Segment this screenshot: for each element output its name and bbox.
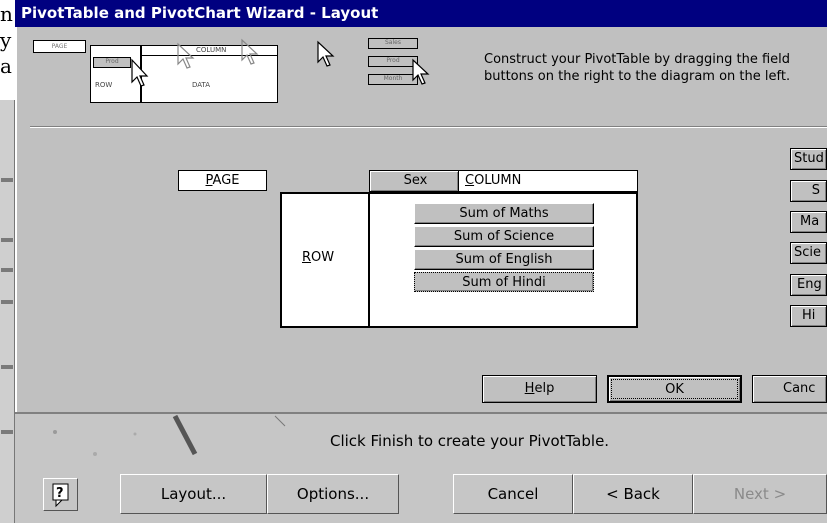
row-label-mnemonic: R [302, 250, 312, 265]
office-assistant-button[interactable]: ? [43, 478, 78, 511]
data-field-sum-of-science[interactable]: Sum of Science [414, 226, 594, 247]
background-mark [1, 238, 13, 242]
cursor-arrow-icon [412, 58, 430, 85]
svg-text:?: ? [56, 486, 64, 501]
wizard-message: Click Finish to create your PivotTable. [330, 432, 610, 450]
back-button[interactable]: < Back [573, 474, 693, 514]
column-label-mnemonic: C [465, 173, 475, 188]
thumbnail-data-label: DATA [192, 81, 211, 89]
field-button-english[interactable]: Eng [790, 274, 827, 296]
help-icon: ? [52, 483, 69, 508]
background-text-2: y [0, 28, 12, 52]
background-mark [1, 268, 13, 272]
page-label-mnemonic: P [205, 173, 213, 188]
background-mark [1, 365, 13, 369]
cursor-arrow-icon [177, 42, 195, 69]
cursor-arrow-icon [241, 38, 259, 65]
data-field-sum-of-maths[interactable]: Sum of Maths [414, 203, 594, 224]
thumbnail-page-box: PAGE [33, 40, 86, 53]
help-button[interactable]: Help [482, 375, 597, 403]
background-mark [1, 178, 13, 182]
page-label-rest: AGE [212, 173, 240, 188]
background-text-1: n [0, 2, 13, 26]
column-drop-area[interactable]: COLUMN [458, 170, 638, 192]
ok-button[interactable]: OK [607, 375, 742, 403]
thumbnail-row-label: ROW [95, 81, 113, 89]
background-mark [1, 430, 13, 434]
wizard-cancel-button[interactable]: Cancel [453, 474, 573, 514]
wizard-graphic [53, 414, 286, 456]
column-label-rest: OLUMN [474, 173, 522, 188]
cancel-button[interactable]: Canc [752, 375, 827, 403]
separator [30, 126, 827, 128]
thumbnail-prod-chip: Prod [93, 57, 131, 68]
row-drop-area[interactable]: ROW [280, 192, 370, 328]
options-button[interactable]: Options... [267, 474, 399, 514]
background-mark [1, 300, 13, 304]
background-text-3: a [0, 54, 12, 78]
help-label-rest: elp [534, 381, 555, 396]
thumbnail-field-chip: Sales [368, 38, 418, 49]
field-button-maths[interactable]: Ma [790, 211, 827, 233]
data-field-sum-of-hindi[interactable]: Sum of Hindi [414, 272, 594, 292]
cursor-arrow-icon [131, 58, 149, 87]
field-button-sex[interactable]: S [790, 180, 827, 202]
field-button-hindi[interactable]: Hi [790, 305, 827, 327]
data-field-sum-of-english[interactable]: Sum of English [414, 249, 594, 270]
layout-dialog-title: PivotTable and PivotChart Wizard - Layou… [15, 0, 827, 27]
background-sheet [0, 100, 15, 523]
cursor-arrow-icon [317, 40, 335, 67]
field-button-science[interactable]: Scie [790, 242, 827, 264]
instructions-text: Construct your PivotTable by dragging th… [484, 52, 791, 84]
field-button-student[interactable]: Stud [790, 148, 827, 170]
column-field-sex[interactable]: Sex [369, 170, 459, 192]
thumbnail-column-label: COLUMN [196, 46, 227, 54]
row-label-rest: OW [311, 250, 335, 265]
next-button[interactable]: Next > [693, 474, 827, 514]
help-mnemonic: H [524, 381, 535, 396]
layout-button[interactable]: Layout... [120, 474, 267, 514]
page-drop-area[interactable]: PAGE [178, 170, 267, 191]
row-label: ROW [302, 250, 334, 265]
